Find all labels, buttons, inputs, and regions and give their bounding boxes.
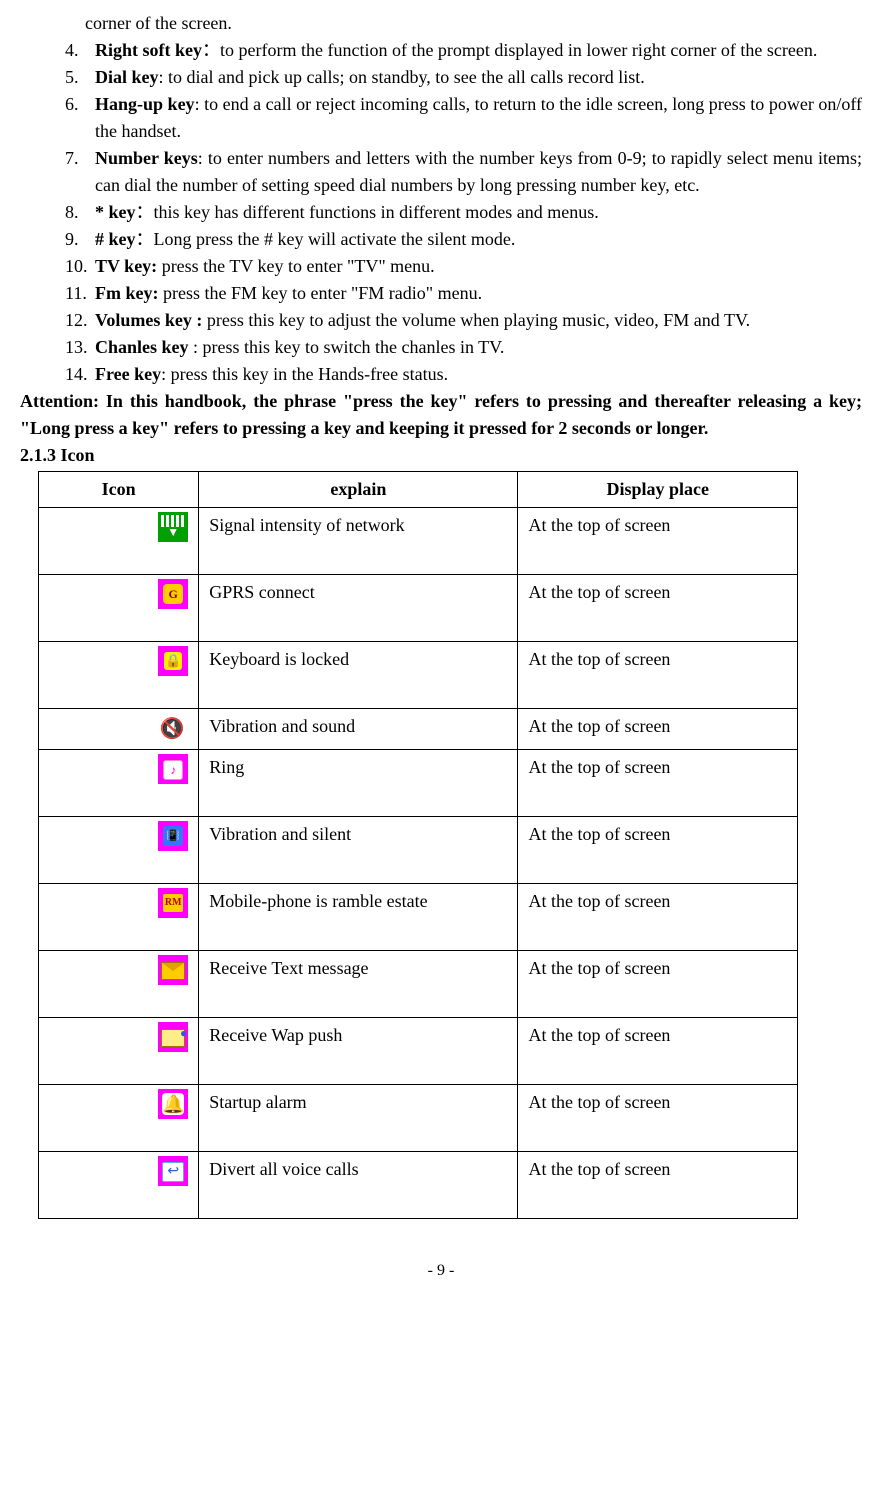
display-cell: At the top of screen (518, 750, 798, 817)
icon-table: Icon explain Display place Signal intens… (38, 471, 798, 1219)
display-cell: At the top of screen (518, 951, 798, 1018)
icon-cell: 📳 (39, 817, 199, 884)
col-header-explain: explain (199, 472, 518, 508)
icon-cell (39, 508, 199, 575)
table-row: Signal intensity of networkAt the top of… (39, 508, 798, 575)
gprs-icon: G (158, 579, 188, 609)
icon-cell (39, 1018, 199, 1085)
key-desc: ：this key has different functions in dif… (136, 202, 599, 222)
table-row: Receive Wap pushAt the top of screen (39, 1018, 798, 1085)
explain-cell: Vibration and sound (199, 709, 518, 750)
icon-cell: ↩ (39, 1152, 199, 1219)
key-term: Number keys (95, 148, 198, 168)
key-desc: ：to perform the function of the prompt d… (202, 40, 817, 60)
key-list-item: * key：this key has different functions i… (65, 199, 862, 226)
explain-cell: Vibration and silent (199, 817, 518, 884)
col-header-display: Display place (518, 472, 798, 508)
table-row: ↩ Divert all voice callsAt the top of scr… (39, 1152, 798, 1219)
key-desc: ：Long press the # key will activate the … (136, 229, 516, 249)
explain-cell: Receive Text message (199, 951, 518, 1018)
table-row: ♪ RingAt the top of screen (39, 750, 798, 817)
explain-cell: Startup alarm (199, 1085, 518, 1152)
section-heading-icon: 2.1.3 Icon (20, 442, 862, 469)
table-row: Receive Text messageAt the top of screen (39, 951, 798, 1018)
page-number: - 9 - (20, 1259, 862, 1283)
divert-icon: ↩ (158, 1156, 188, 1186)
key-desc: : to dial and pick up calls; on standby,… (159, 67, 645, 87)
display-cell: At the top of screen (518, 642, 798, 709)
key-term: Dial key (95, 67, 159, 87)
vibration-sound-icon: 🔇 (156, 713, 188, 745)
icon-cell: G (39, 575, 199, 642)
display-cell: At the top of screen (518, 575, 798, 642)
display-cell: At the top of screen (518, 508, 798, 575)
roaming-icon: RM (158, 888, 188, 918)
icon-cell: ♪ (39, 750, 199, 817)
key-desc: press the TV key to enter "TV" menu. (157, 256, 434, 276)
key-term: Volumes key : (95, 310, 202, 330)
display-cell: At the top of screen (518, 709, 798, 750)
key-list-item: Dial key: to dial and pick up calls; on … (65, 64, 862, 91)
key-term: * key (95, 202, 136, 222)
table-row: 🔇 Vibration and soundAt the top of screen (39, 709, 798, 750)
key-term: TV key: (95, 256, 157, 276)
key-list-item: TV key: press the TV key to enter "TV" m… (65, 253, 862, 280)
key-term: Chanles key (95, 337, 189, 357)
key-list-item: # key：Long press the # key will activate… (65, 226, 862, 253)
key-term: Fm key: (95, 283, 158, 303)
key-desc: : to enter numbers and letters with the … (95, 148, 862, 195)
table-row: 🔒 Keyboard is lockedAt the top of screen (39, 642, 798, 709)
explain-cell: Receive Wap push (199, 1018, 518, 1085)
key-list-item: Free key: press this key in the Hands-fr… (65, 361, 862, 388)
key-desc: : press this key in the Hands-free statu… (161, 364, 448, 384)
key-list-item: Right soft key：to perform the function o… (65, 37, 862, 64)
table-row: 📳 Vibration and silentAt the top of scree… (39, 817, 798, 884)
key-term: Hang-up key (95, 94, 195, 114)
table-row: G GPRS connectAt the top of screen (39, 575, 798, 642)
attention-note: Attention: In this handbook, the phrase … (20, 388, 862, 442)
wap-push-icon (158, 1022, 188, 1052)
icon-cell: 🔒 (39, 642, 199, 709)
explain-cell: Signal intensity of network (199, 508, 518, 575)
display-cell: At the top of screen (518, 1085, 798, 1152)
key-description-list: Right soft key：to perform the function o… (65, 37, 862, 388)
signal-icon (158, 512, 188, 542)
key-desc: : press this key to switch the chanles i… (189, 337, 505, 357)
explain-cell: Keyboard is locked (199, 642, 518, 709)
display-cell: At the top of screen (518, 1152, 798, 1219)
table-row: 🔔 Startup alarmAt the top of screen (39, 1085, 798, 1152)
key-list-item: Fm key: press the FM key to enter "FM ra… (65, 280, 862, 307)
icon-cell: RM (39, 884, 199, 951)
lock-icon: 🔒 (158, 646, 188, 676)
fragment-previous-item: corner of the screen. (85, 10, 862, 37)
explain-cell: Divert all voice calls (199, 1152, 518, 1219)
table-row: RM Mobile-phone is ramble estateAt the to… (39, 884, 798, 951)
alarm-icon: 🔔 (158, 1089, 188, 1119)
key-list-item: Chanles key : press this key to switch t… (65, 334, 862, 361)
key-list-item: Hang-up key: to end a call or reject inc… (65, 91, 862, 145)
icon-cell: 🔇 (39, 709, 199, 750)
explain-cell: Mobile-phone is ramble estate (199, 884, 518, 951)
display-cell: At the top of screen (518, 884, 798, 951)
key-desc: press this key to adjust the volume when… (202, 310, 750, 330)
explain-cell: Ring (199, 750, 518, 817)
explain-cell: GPRS connect (199, 575, 518, 642)
key-term: Right soft key (95, 40, 202, 60)
key-desc: : to end a call or reject incoming calls… (95, 94, 862, 141)
key-list-item: Volumes key : press this key to adjust t… (65, 307, 862, 334)
col-header-icon: Icon (39, 472, 199, 508)
key-term: Free key (95, 364, 161, 384)
key-term: # key (95, 229, 136, 249)
icon-cell: 🔔 (39, 1085, 199, 1152)
key-desc: press the FM key to enter "FM radio" men… (158, 283, 482, 303)
icon-cell (39, 951, 199, 1018)
key-list-item: Number keys: to enter numbers and letter… (65, 145, 862, 199)
display-cell: At the top of screen (518, 1018, 798, 1085)
vibration-silent-icon: 📳 (158, 821, 188, 851)
ring-icon: ♪ (158, 754, 188, 784)
message-icon (158, 955, 188, 985)
display-cell: At the top of screen (518, 817, 798, 884)
